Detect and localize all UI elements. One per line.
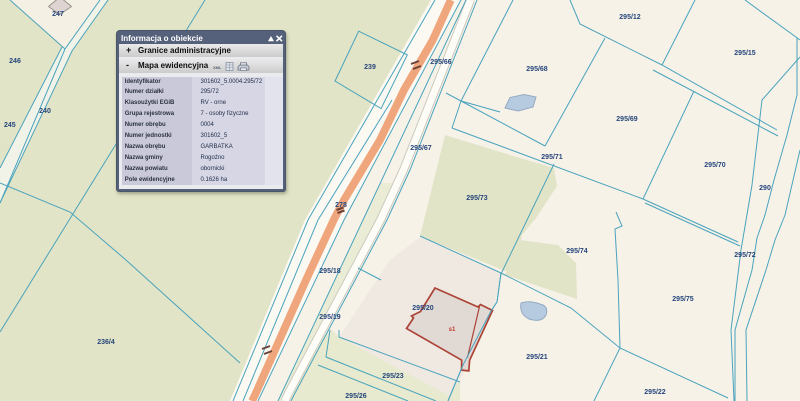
svg-text:295/12: 295/12 (619, 14, 641, 21)
svg-text:295/19: 295/19 (319, 314, 341, 321)
svg-text:236/4: 236/4 (97, 339, 115, 346)
svg-text:295/74: 295/74 (566, 248, 588, 255)
svg-text:295/23: 295/23 (382, 373, 404, 380)
svg-text:295/21: 295/21 (526, 354, 548, 361)
svg-text:295/70: 295/70 (704, 162, 726, 169)
svg-text:295/71: 295/71 (541, 154, 563, 161)
svg-text:290: 290 (759, 185, 771, 192)
svg-text:295/20: 295/20 (412, 305, 434, 312)
svg-text:278: 278 (335, 202, 347, 209)
svg-text:295/69: 295/69 (616, 116, 638, 123)
svg-text:295/73: 295/73 (466, 195, 488, 202)
svg-text:295/67: 295/67 (410, 145, 432, 152)
svg-text:240: 240 (39, 108, 51, 115)
svg-text:295/15: 295/15 (734, 50, 756, 57)
svg-text:245: 245 (4, 122, 16, 129)
svg-text:295/26: 295/26 (345, 393, 367, 400)
svg-text:247: 247 (52, 11, 64, 18)
svg-text:246: 246 (9, 58, 21, 65)
svg-text:295/22: 295/22 (644, 389, 666, 396)
svg-text:295/68: 295/68 (526, 66, 548, 73)
svg-text:295/18: 295/18 (319, 268, 341, 275)
svg-text:295/75: 295/75 (672, 296, 694, 303)
svg-text:XML: XML (213, 65, 222, 70)
svg-text:s1: s1 (449, 327, 456, 333)
svg-text:239: 239 (364, 64, 376, 71)
svg-text:295/72: 295/72 (734, 252, 756, 259)
svg-text:295/66: 295/66 (430, 59, 452, 66)
